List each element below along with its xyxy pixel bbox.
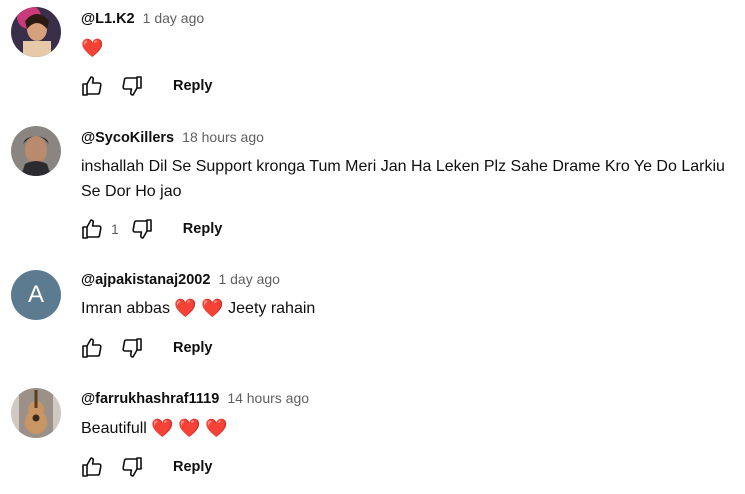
thumbs-down-icon (122, 76, 142, 96)
comment-body: inshallah Dil Se Support kronga Tum Meri… (81, 158, 725, 200)
thumbs-up-icon (82, 219, 102, 239)
comment-header: @ajpakistanaj2002 1 day ago (81, 271, 280, 288)
avatar[interactable] (11, 126, 61, 176)
like-button[interactable] (79, 335, 105, 361)
like-button[interactable] (79, 216, 105, 242)
avatar-letter: A (27, 281, 44, 308)
comment-text: ❤️ (81, 36, 731, 61)
comment-actions: Reply (79, 335, 213, 361)
timestamp[interactable]: 14 hours ago (227, 390, 309, 406)
comment-text: inshallah Dil Se Support kronga Tum Meri… (81, 154, 731, 204)
thumbs-down-icon (122, 338, 142, 358)
thumbs-up-icon (82, 457, 102, 477)
comment-actions: Reply (79, 454, 213, 480)
heart-emoji: ❤️ (178, 418, 201, 438)
reply-button[interactable]: Reply (173, 459, 213, 475)
timestamp[interactable]: 1 day ago (218, 271, 280, 287)
thumbs-up-icon (82, 338, 102, 358)
thumbs-down-icon (132, 219, 152, 239)
timestamp[interactable]: 1 day ago (143, 10, 205, 26)
heart-emoji: ❤️ (151, 418, 174, 438)
reply-button[interactable]: Reply (173, 78, 213, 94)
timestamp[interactable]: 18 hours ago (182, 129, 264, 145)
heart-emoji: ❤️ (81, 38, 104, 58)
heart-emoji: ❤️ (174, 298, 197, 318)
comment-text: Beautifull ❤️ ❤️ ❤️ (81, 416, 731, 441)
comment-header: @farrukhashraf1119 14 hours ago (81, 390, 309, 407)
comment-header: @SycoKillers 18 hours ago (81, 129, 264, 146)
comment-actions: Reply (79, 73, 213, 99)
comment-body: Jeety rahain (228, 300, 316, 317)
avatar[interactable] (11, 388, 61, 438)
comment-actions: 1 Reply (79, 216, 222, 242)
author-name[interactable]: @L1.K2 (81, 11, 135, 27)
dislike-button[interactable] (119, 335, 145, 361)
like-button[interactable] (79, 454, 105, 480)
like-count: 1 (111, 221, 119, 237)
dislike-button[interactable] (119, 454, 145, 480)
thumbs-down-icon (122, 457, 142, 477)
comment-body: Beautifull (81, 420, 147, 437)
avatar[interactable] (11, 7, 61, 57)
heart-emoji: ❤️ (201, 298, 224, 318)
thumbs-up-icon (82, 76, 102, 96)
dislike-button[interactable] (129, 216, 155, 242)
avatar[interactable]: A (11, 270, 61, 320)
author-name[interactable]: @ajpakistanaj2002 (81, 272, 210, 288)
like-button[interactable] (79, 73, 105, 99)
reply-button[interactable]: Reply (183, 221, 223, 237)
reply-button[interactable]: Reply (173, 340, 213, 356)
heart-emoji: ❤️ (205, 418, 228, 438)
dislike-button[interactable] (119, 73, 145, 99)
author-name[interactable]: @farrukhashraf1119 (81, 391, 219, 407)
comment-header: @L1.K2 1 day ago (81, 10, 204, 27)
author-name[interactable]: @SycoKillers (81, 130, 174, 146)
comment-body: Imran abbas (81, 300, 170, 317)
comment-text: Imran abbas ❤️ ❤️ Jeety rahain (81, 296, 731, 321)
